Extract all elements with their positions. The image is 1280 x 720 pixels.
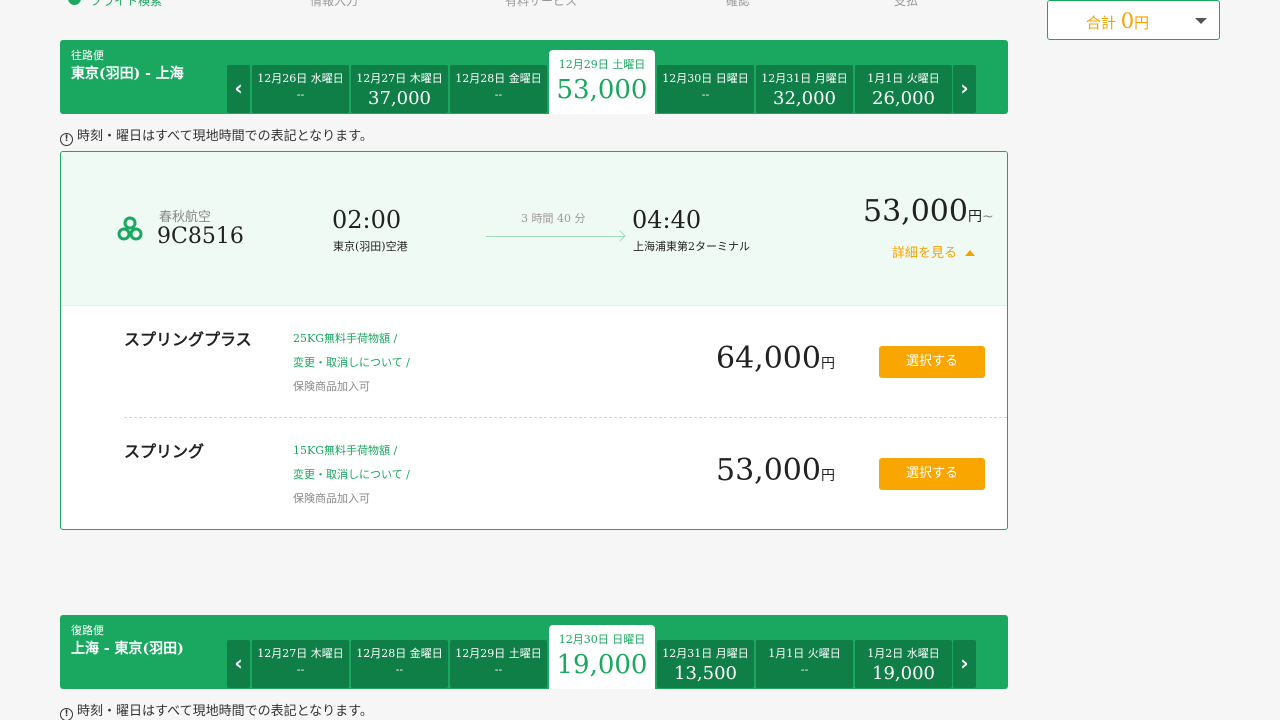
arrival-airport: 上海浦東第2ターミナル [633, 240, 750, 253]
arrival-time: 04:40 [632, 206, 702, 234]
select-fare-button[interactable]: 選択する [879, 458, 985, 490]
step-current-icon [68, 0, 81, 5]
return-date-cell-selected[interactable]: 12月30日 日曜日 19,000 [549, 625, 655, 689]
timezone-notice: ! 時刻・曜日はすべて現地時間での表記となります。 [60, 700, 373, 720]
fare-option: スプリング 15KG無料手荷物額 / 変更・取消しについて / 保険商品加入可 … [61, 418, 1007, 529]
departure-airport: 東京(羽田)空港 [333, 240, 408, 253]
return-kind: 復路便 [71, 624, 104, 637]
duration-line [486, 236, 624, 237]
spring-airlines-logo-icon [117, 216, 143, 241]
change-policy-link[interactable]: 変更・取消しについて / [293, 354, 410, 370]
outbound-kind: 往路便 [71, 49, 104, 62]
chevron-left-icon: ‹ [234, 651, 243, 675]
return-prev-button[interactable]: ‹ [227, 640, 250, 688]
baggage-link[interactable]: 15KG無料手荷物額 / [293, 442, 397, 458]
insurance-note: 保険商品加入可 [293, 380, 370, 393]
outbound-date-cell[interactable]: 12月30日 日曜日 -- [657, 65, 754, 113]
departure-time: 02:00 [332, 206, 402, 234]
outbound-date-bar: 往路便 東京(羽田) - 上海 ‹ 12月26日 水曜日 -- 12月27日 木曜… [60, 40, 1008, 114]
chevron-left-icon: ‹ [234, 76, 243, 100]
return-date-cell[interactable]: 12月28日 金曜日 -- [351, 640, 448, 688]
fare-price: 53,000円 [716, 453, 835, 488]
flight-number: 9C8516 [157, 224, 244, 249]
outbound-date-cell[interactable]: 12月28日 金曜日 -- [450, 65, 547, 113]
outbound-date-cell[interactable]: 1月1日 火曜日 26,000 [855, 65, 952, 113]
step-paid-services: 有料サービス [505, 0, 578, 8]
fare-price: 64,000円 [716, 341, 835, 376]
return-date-cell[interactable]: 12月31日 月曜日 13,500 [657, 640, 754, 688]
step-info-input: 情報入力 [310, 0, 359, 8]
outbound-date-cell[interactable]: 12月26日 水曜日 -- [252, 65, 349, 113]
change-policy-link[interactable]: 変更・取消しについて / [293, 466, 410, 482]
select-fare-button[interactable]: 選択する [879, 346, 985, 378]
outbound-route: 東京(羽田) - 上海 [71, 66, 184, 82]
chevron-right-icon: › [960, 651, 969, 675]
timezone-notice: ! 時刻・曜日はすべて現地時間での表記となります。 [60, 125, 373, 146]
caret-down-icon [1195, 18, 1207, 24]
return-date-cell[interactable]: 12月29日 土曜日 -- [450, 640, 547, 688]
chevron-right-icon: › [960, 76, 969, 100]
fare-option: スプリングプラス 25KG無料手荷物額 / 変更・取消しについて / 保険商品加… [61, 306, 1007, 418]
from-price: 53,000円~ [863, 194, 994, 229]
progress-steps: フライト検索 情報入力 有料サービス 確認 支払 [68, 0, 938, 8]
outbound-date-cell[interactable]: 12月27日 木曜日 37,000 [351, 65, 448, 113]
flight-duration: 3 時間 40 分 [521, 212, 586, 225]
return-date-bar: 復路便 上海 - 東京(羽田) ‹ 12月27日 木曜日 -- 12月28日 金曜… [60, 615, 1008, 689]
step-payment: 支払 [894, 0, 919, 8]
outbound-next-button[interactable]: › [953, 65, 976, 113]
return-date-cell[interactable]: 1月1日 火曜日 -- [756, 640, 853, 688]
outbound-date-cell[interactable]: 12月31日 月曜日 32,000 [756, 65, 853, 113]
flight-summary: 春秋航空 9C8516 02:00 東京(羽田)空港 3 時間 40 分 04:… [61, 152, 1007, 306]
step-confirm: 確認 [726, 0, 751, 8]
baggage-link[interactable]: 25KG無料手荷物額 / [293, 330, 397, 346]
info-circle-icon: ! [60, 708, 73, 720]
caret-up-icon [965, 250, 976, 256]
outbound-date-cell-selected[interactable]: 12月29日 土曜日 53,000 [549, 50, 655, 114]
fare-name: スプリング [124, 442, 205, 461]
outbound-prev-button[interactable]: ‹ [227, 65, 250, 113]
return-next-button[interactable]: › [953, 640, 976, 688]
details-toggle-link[interactable]: 詳細を見る [892, 242, 976, 261]
insurance-note: 保険商品加入可 [293, 492, 370, 505]
arrow-right-icon [614, 230, 626, 242]
airline-name: 春秋航空 [159, 210, 212, 225]
info-circle-icon: ! [60, 133, 73, 146]
return-date-cell[interactable]: 1月2日 水曜日 19,000 [855, 640, 952, 688]
step-flight-search: フライト検索 [90, 0, 163, 8]
return-date-cell[interactable]: 12月27日 木曜日 -- [252, 640, 349, 688]
flight-card: 春秋航空 9C8516 02:00 東京(羽田)空港 3 時間 40 分 04:… [60, 151, 1008, 530]
return-route: 上海 - 東京(羽田) [71, 641, 184, 657]
total-dropdown[interactable]: 合計 0円 [1047, 0, 1220, 40]
fare-name: スプリングプラス [124, 330, 252, 349]
total-amount: 合計 0円 [1086, 9, 1150, 33]
